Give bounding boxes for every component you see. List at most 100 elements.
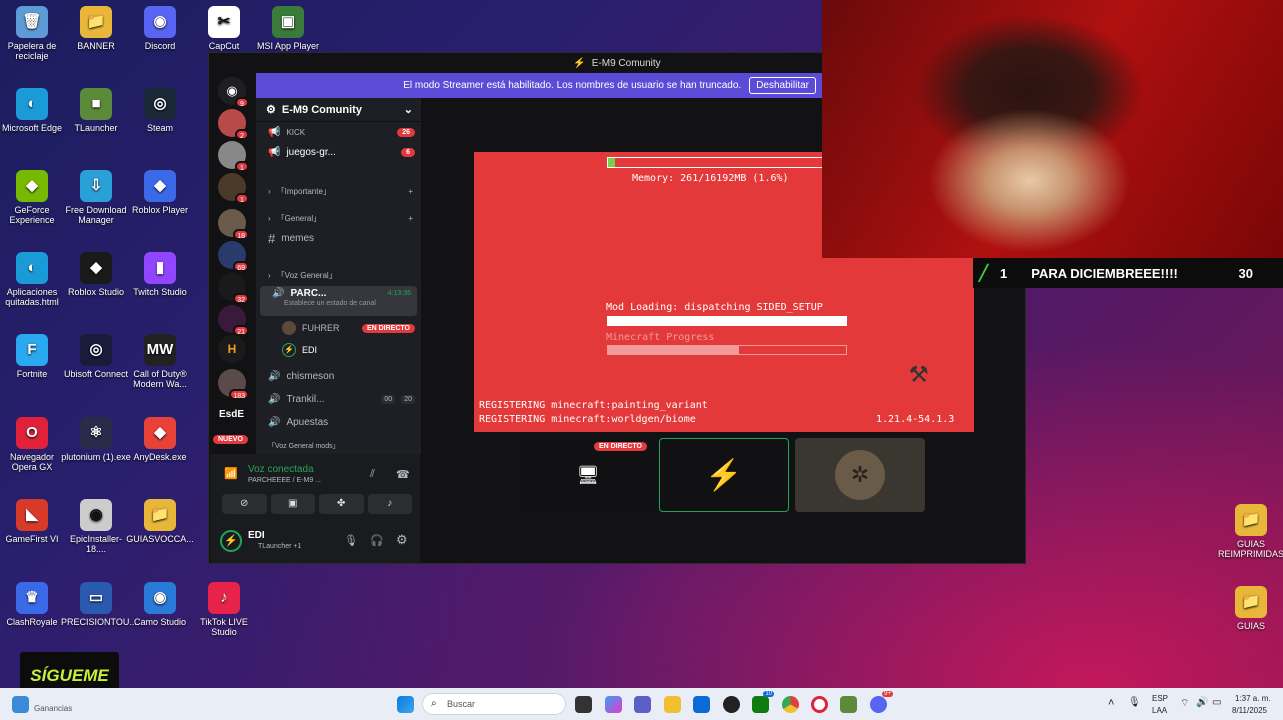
volume-icon[interactable]: 🔊: [1196, 697, 1208, 708]
chrome-icon[interactable]: [782, 696, 799, 713]
settings-gear-icon[interactable]: ⚙: [396, 532, 408, 548]
soundboard-button[interactable]: ♪: [367, 494, 412, 514]
desktop-icon[interactable]: MW Call of Duty® Modern Wa...: [125, 334, 195, 389]
desktop-icon[interactable]: ◉ Discord: [125, 6, 195, 51]
voice-channel-apuestas[interactable]: 🔊 Apuestas: [256, 414, 421, 430]
desktop-icon-label: Ubisoft Connect: [63, 369, 129, 379]
search-box[interactable]: ⌕ Buscar: [422, 693, 566, 715]
server-icon[interactable]: 18: [218, 209, 249, 240]
task-view-icon[interactable]: [575, 696, 592, 713]
disable-streamer-button[interactable]: Deshabilitar: [749, 77, 816, 94]
channel-juegos[interactable]: 📢 juegos-gr... 6: [256, 144, 421, 160]
screen-share-button[interactable]: ▣: [270, 494, 315, 514]
channel-status-hint[interactable]: Establece un estado de canal: [272, 300, 376, 307]
server-icon[interactable]: 21: [218, 305, 249, 336]
minecraft-icon[interactable]: [840, 696, 857, 713]
desktop-icon[interactable]: ◐ Microsoft Edge: [0, 88, 67, 133]
desktop-icon[interactable]: ◣ GameFirst VI: [0, 499, 67, 544]
wifi-icon[interactable]: ⌔: [1180, 697, 1189, 710]
chevron-up-icon[interactable]: ˄: [1108, 697, 1114, 709]
channel-kick[interactable]: 📢 KICK 26: [256, 126, 421, 138]
desktop-icon[interactable]: ◆ Roblox Player: [125, 170, 195, 215]
clock-date[interactable]: 8/11/2025: [1232, 706, 1267, 715]
category-voz-general-mods[interactable]: 「Voz General mods」: [256, 440, 421, 452]
opera-gx-icon[interactable]: [811, 696, 828, 713]
discord-home-icon[interactable]: ◉ 9: [218, 77, 249, 108]
xbox-icon[interactable]: 10: [752, 691, 774, 713]
copilot-icon[interactable]: [605, 696, 622, 713]
desktop-icon[interactable]: O Navegador Opera GX: [0, 417, 67, 472]
server-icon[interactable]: 69: [218, 241, 249, 272]
add-channel-icon[interactable]: +: [408, 187, 413, 196]
vscode-icon[interactable]: [693, 696, 710, 713]
desktop-icon[interactable]: ◎ Steam: [125, 88, 195, 133]
voice-user-fuhrer[interactable]: FUHRER EN DIRECTO: [256, 320, 421, 336]
windows-start-icon[interactable]: [397, 696, 414, 713]
teams-icon[interactable]: [634, 696, 651, 713]
voice-connection-info[interactable]: 📶 Voz conectada PARCHEEEE / E-M9 ... ⫽ ☎: [222, 462, 418, 490]
keyboard-layout-indicator[interactable]: LAA: [1152, 706, 1167, 715]
activities-button[interactable]: ✤: [319, 494, 364, 514]
widget-label[interactable]: Ganancias: [34, 704, 72, 713]
desktop-icon[interactable]: ◆ AnyDesk.exe: [125, 417, 195, 462]
server-icon[interactable]: 1: [218, 173, 249, 204]
desktop-icon[interactable]: 📁 GUIAS REIMPRIMIDAS: [1216, 504, 1283, 559]
desktop-icon[interactable]: ▭ PRECISIONTOU...: [61, 582, 137, 627]
desktop-icon[interactable]: ◉ Camo Studio: [125, 582, 195, 627]
microphone-tray-icon[interactable]: 🎙: [1128, 697, 1141, 708]
desktop-icon[interactable]: F Fortnite: [0, 334, 67, 379]
desktop-icon[interactable]: 📁 GUIASVOCCA...: [125, 499, 195, 544]
participant-tile-avatar[interactable]: ✲: [795, 438, 925, 512]
desktop-icon[interactable]: ▮ Twitch Studio: [125, 252, 195, 297]
category-importante[interactable]: › 「Importante」 +: [256, 184, 421, 198]
voice-user-edi[interactable]: ⚡ EDI: [256, 342, 421, 358]
discord-taskbar-icon[interactable]: 9+: [870, 691, 893, 713]
desktop-icon[interactable]: ⇩ Free Download Manager: [61, 170, 131, 225]
obs-icon[interactable]: [723, 696, 740, 713]
server-icon[interactable]: 1: [218, 141, 249, 172]
desktop-icon[interactable]: ◆ GeForce Experience: [0, 170, 67, 225]
participant-tile-edi[interactable]: ⚡: [659, 438, 789, 512]
desktop-icon[interactable]: ♪ TikTok LIVE Studio: [189, 582, 259, 637]
language-indicator[interactable]: ESP: [1152, 694, 1168, 703]
noise-suppression-icon[interactable]: ⫽: [370, 468, 375, 481]
channel-label: chismeson: [286, 370, 335, 382]
server-label-esde[interactable]: EsdE: [219, 409, 244, 420]
desktop-icon[interactable]: ■ TLauncher: [61, 88, 131, 133]
headphones-icon[interactable]: 🎧: [370, 534, 384, 547]
server-header[interactable]: ⚙ E-M9 Comunity ⌄: [256, 98, 421, 122]
version-text: 1.21.4-54.1.3: [876, 414, 955, 425]
desktop-icon[interactable]: ⚛ plutonium (1).exe: [61, 417, 131, 462]
server-icon[interactable]: 2: [218, 109, 249, 140]
category-general[interactable]: › 「General」 +: [256, 211, 421, 225]
channel-memes[interactable]: # memes: [256, 230, 421, 246]
participant-tile-screen[interactable]: 🖥 EN DIRECTO: [523, 438, 653, 512]
desktop-icon[interactable]: 📁 GUIAS: [1216, 586, 1283, 631]
widget-icon[interactable]: [12, 696, 29, 713]
desktop-icon[interactable]: ▣ MSI App Player: [253, 6, 323, 51]
clock-time[interactable]: 1:37 a. m.: [1235, 694, 1271, 703]
voice-channel-parc[interactable]: 🔊 PARC... 4:13:36 Establece un estado de…: [260, 286, 417, 316]
file-explorer-icon[interactable]: [664, 696, 681, 713]
server-icon[interactable]: H: [218, 335, 246, 363]
server-icon[interactable]: 32: [218, 273, 249, 304]
desktop-icon[interactable]: ✂ CapCut: [189, 6, 259, 51]
camera-off-button[interactable]: ⊘: [222, 494, 267, 514]
desktop-icon[interactable]: 🗑 Papelera de reciclaje: [0, 6, 67, 61]
voice-channel-trankil[interactable]: 🔊 Trankil... 00 20: [256, 391, 421, 407]
user-avatar[interactable]: ⚡: [220, 530, 242, 552]
desktop-icon[interactable]: ♛ ClashRoyale: [0, 582, 67, 627]
desktop-icon[interactable]: ◎ Ubisoft Connect: [61, 334, 131, 379]
battery-icon[interactable]: ▭: [1212, 697, 1221, 708]
add-channel-icon[interactable]: +: [408, 214, 413, 223]
category-voz-general[interactable]: › 「Voz General」: [256, 268, 421, 282]
server-icon[interactable]: 183: [218, 369, 249, 400]
voice-channel-chismeson[interactable]: 🔊 chismeson: [256, 368, 421, 384]
desktop-icon[interactable]: ◉ EpicInstaller-18....: [61, 499, 131, 554]
desktop-icon[interactable]: ◆ Roblox Studio: [61, 252, 131, 297]
microphone-icon[interactable]: 🎙: [344, 534, 358, 547]
notification-badge: 9+: [882, 691, 893, 697]
desktop-icon[interactable]: ◐ Aplicaciones quitadas.html: [0, 252, 67, 307]
desktop-icon[interactable]: 📁 BANNER: [61, 6, 131, 51]
disconnect-icon[interactable]: ☎: [396, 468, 410, 481]
